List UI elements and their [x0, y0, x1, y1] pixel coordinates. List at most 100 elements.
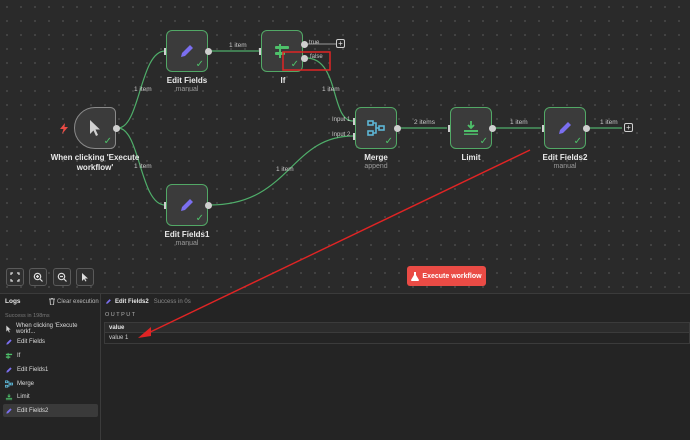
merge-icon: [367, 120, 385, 136]
edge-label: 1 item: [134, 86, 152, 93]
log-item-edit-fields[interactable]: Edit Fields: [3, 335, 98, 348]
tidy-up-button[interactable]: [76, 268, 94, 286]
limit-icon: [5, 393, 13, 400]
log-item-label: When clicking 'Execute workf...: [16, 322, 78, 335]
node-limit[interactable]: ✓: [450, 107, 492, 149]
log-item-trigger[interactable]: When clicking 'Execute workf...: [3, 322, 98, 335]
log-item-merge[interactable]: Merge: [3, 377, 98, 390]
node-title: Edit Fields: [166, 76, 208, 85]
edge-label: 1 item: [229, 42, 247, 49]
node-merge[interactable]: ✓: [355, 107, 397, 149]
limit-icon: [464, 121, 478, 135]
success-check-icon: ✓: [479, 136, 488, 147]
log-item-label: Limit: [17, 393, 30, 400]
edge-label: 2 items: [414, 119, 435, 126]
edit-fields2-output-handle[interactable]: [583, 125, 590, 132]
node-edit-fields[interactable]: ✓: [166, 30, 208, 72]
log-item-edit-fields1[interactable]: Edit Fields1: [3, 363, 98, 376]
logs-panel: Logs Clear execution Success in 198ms Wh…: [0, 293, 101, 440]
node-edit-fields1[interactable]: ✓: [166, 184, 208, 226]
success-check-icon: ✓: [573, 136, 582, 147]
pencil-icon: [559, 122, 571, 134]
output-node-name: Edit Fields2: [115, 298, 149, 305]
add-node-button[interactable]: +: [624, 123, 633, 132]
clear-execution-button[interactable]: Clear execution: [49, 298, 99, 305]
success-check-icon: ✓: [384, 136, 393, 147]
edge-label: 1 item: [134, 163, 152, 170]
node-if[interactable]: ✓: [261, 30, 303, 72]
pencil-icon: [6, 366, 12, 373]
output-header: Edit Fields2 Success in 0s: [105, 298, 191, 305]
trigger-output-handle[interactable]: [113, 125, 120, 132]
execute-workflow-button[interactable]: Execute workflow: [407, 266, 486, 286]
node-subtitle: append: [364, 163, 388, 170]
fit-view-icon: [10, 272, 20, 282]
flask-icon: [411, 271, 420, 281]
pencil-icon: [6, 407, 12, 414]
log-item-label: Edit Fields1: [17, 366, 49, 373]
cursor-icon: [6, 325, 11, 332]
node-trigger[interactable]: ✓: [74, 107, 116, 149]
logs-status: Success in 198ms: [5, 313, 50, 319]
node-title: Edit Fields2: [542, 153, 588, 162]
node-subtitle: manual: [175, 240, 199, 247]
pencil-icon: [181, 45, 193, 57]
merge-output-handle[interactable]: [394, 125, 401, 132]
logs-header: Logs Clear execution: [0, 294, 101, 308]
node-subtitle: manual: [553, 163, 577, 170]
zoom-in-icon: [33, 272, 43, 282]
output-table: value value 1: [104, 322, 690, 344]
pencil-icon: [6, 338, 12, 345]
cursor-icon: [90, 120, 100, 136]
output-section-label: OUTPUT: [105, 312, 137, 318]
log-item-label: If: [17, 352, 21, 359]
log-item-limit[interactable]: Limit: [3, 390, 98, 403]
add-node-button[interactable]: +: [336, 39, 345, 48]
table-header-value: value: [104, 322, 690, 333]
node-title: Edit Fields1: [164, 230, 210, 239]
if-true-label: true: [309, 40, 320, 46]
edge-label: 1 item: [276, 166, 294, 173]
success-check-icon: ✓: [195, 213, 204, 224]
edit-fields1-output-handle[interactable]: [205, 202, 212, 209]
edge-label: 1 item: [600, 119, 618, 126]
clear-execution-label: Clear execution: [57, 298, 99, 305]
if-false-handle[interactable]: [301, 55, 308, 62]
log-item-label: Merge: [17, 380, 35, 387]
success-check-icon: ✓: [195, 59, 204, 70]
execute-workflow-label: Execute workflow: [422, 272, 482, 280]
success-check-icon: ✓: [290, 59, 299, 70]
log-item-label: Edit Fields2: [17, 407, 49, 414]
trash-icon: [49, 298, 55, 305]
log-item-if[interactable]: If: [3, 349, 98, 362]
merge-icon: [5, 379, 13, 388]
if-true-handle[interactable]: [301, 41, 308, 48]
success-check-icon: ✓: [103, 136, 112, 147]
pencil-icon: [106, 299, 111, 304]
zoom-in-button[interactable]: [29, 268, 47, 286]
pencil-icon: [181, 199, 193, 211]
output-status: Success in 0s: [153, 298, 191, 305]
output-panel: Edit Fields2 Success in 0s OUTPUT value …: [101, 293, 690, 440]
if-branch-icon: [5, 352, 13, 359]
edge-label: 1 item: [510, 119, 528, 126]
node-title: If: [280, 76, 286, 85]
table-cell: value 1: [104, 333, 690, 344]
edit-fields-output-handle[interactable]: [205, 48, 212, 55]
log-item-label: Edit Fields: [17, 338, 46, 345]
workflow-canvas[interactable]: ✓ When clicking 'Execute workflow' ✓ Edi…: [0, 0, 690, 293]
node-edit-fields2[interactable]: ✓: [544, 107, 586, 149]
node-title: Merge: [364, 153, 388, 162]
edge-label: 1 item: [322, 86, 340, 93]
limit-output-handle[interactable]: [489, 125, 496, 132]
log-item-edit-fields2[interactable]: Edit Fields2: [3, 404, 98, 417]
pointer-icon: [82, 273, 88, 282]
fit-view-button[interactable]: [6, 268, 24, 286]
if-branch-icon: [275, 44, 289, 58]
zoom-out-icon: [57, 272, 67, 282]
bolt-icon: [60, 123, 68, 134]
if-false-label: false: [310, 54, 323, 60]
merge-input2-label: Input 2: [332, 132, 351, 138]
zoom-out-button[interactable]: [53, 268, 71, 286]
merge-input1-label: Input 1: [332, 117, 351, 123]
